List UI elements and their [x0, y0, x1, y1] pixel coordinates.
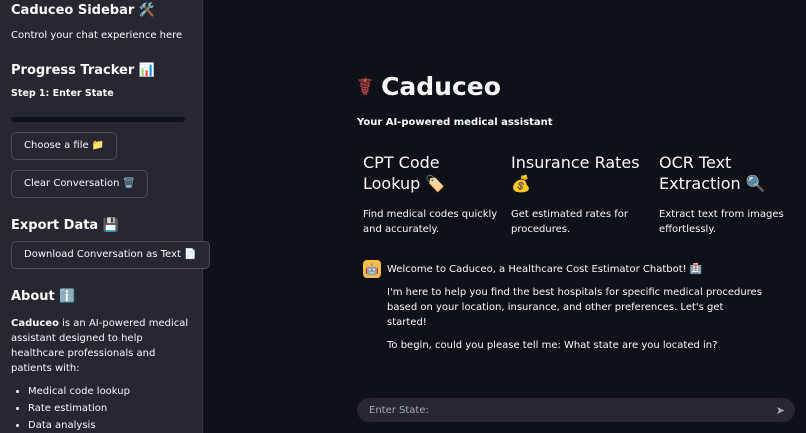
- list-item: Medical code lookup: [28, 386, 191, 397]
- card-title: Insurance Rates 💰: [511, 153, 640, 193]
- list-item: Rate estimation: [28, 403, 191, 414]
- feature-card-cpt: CPT Code Lookup 🏷️ Find medical codes qu…: [363, 152, 501, 237]
- feature-card-insurance: Insurance Rates 💰 Get estimated rates fo…: [511, 152, 649, 237]
- clear-conversation-button[interactable]: Clear Conversation 🗑️: [11, 170, 149, 198]
- tagline: Your AI-powered medical assistant: [357, 117, 553, 128]
- sidebar-title: Caduceo Sidebar 🛠️: [11, 3, 155, 18]
- card-title: CPT Code Lookup 🏷️: [363, 153, 446, 193]
- send-icon[interactable]: ➤: [776, 404, 785, 417]
- download-conversation-button[interactable]: Download Conversation as Text 📄: [11, 241, 210, 269]
- message-line: Welcome to Caduceo, a Healthcare Cost Es…: [387, 264, 703, 275]
- choose-file-button[interactable]: Choose a file 📁: [11, 132, 118, 160]
- about-brand: Caduceo: [11, 318, 59, 329]
- card-description: Extract text from images effortlessly.: [659, 209, 784, 235]
- about-heading: About ℹ️: [11, 289, 76, 304]
- chat-input-bar: ➤: [357, 398, 795, 422]
- card-title: OCR Text Extraction 🔍: [659, 153, 766, 193]
- bot-avatar-icon: 🤖: [363, 260, 381, 278]
- progress-heading: Progress Tracker 📊: [11, 63, 155, 78]
- export-heading: Export Data 💾: [11, 218, 119, 233]
- about-list: Medical code lookup Rate estimation Data…: [11, 386, 191, 431]
- caduceus-logo-icon: ☤: [357, 72, 374, 101]
- chat-input[interactable]: [367, 403, 776, 417]
- message-body: Welcome to Caduceo, a Healthcare Cost Es…: [387, 262, 763, 361]
- progress-step-label: Step 1: Enter State: [11, 88, 114, 99]
- message-line: To begin, could you please tell me: What…: [387, 340, 718, 351]
- header: ☤ Caduceo: [357, 72, 501, 101]
- sidebar: Caduceo Sidebar 🛠️ Control your chat exp…: [0, 0, 210, 433]
- card-description: Get estimated rates for procedures.: [511, 209, 628, 235]
- page-title: Caduceo: [381, 72, 501, 101]
- sidebar-subtitle: Control your chat experience here: [11, 30, 183, 41]
- feature-card-ocr: OCR Text Extraction 🔍 Extract text from …: [659, 152, 797, 237]
- about-text: Caduceo is an AI-powered medical assista…: [11, 316, 191, 376]
- message-line: I'm here to help you find the best hospi…: [387, 287, 762, 328]
- main-area: ☤ Caduceo Your AI-powered medical assist…: [203, 0, 806, 433]
- card-description: Find medical codes quickly and accuratel…: [363, 209, 498, 235]
- list-item: Data analysis: [28, 420, 191, 431]
- progress-bar: [11, 117, 185, 122]
